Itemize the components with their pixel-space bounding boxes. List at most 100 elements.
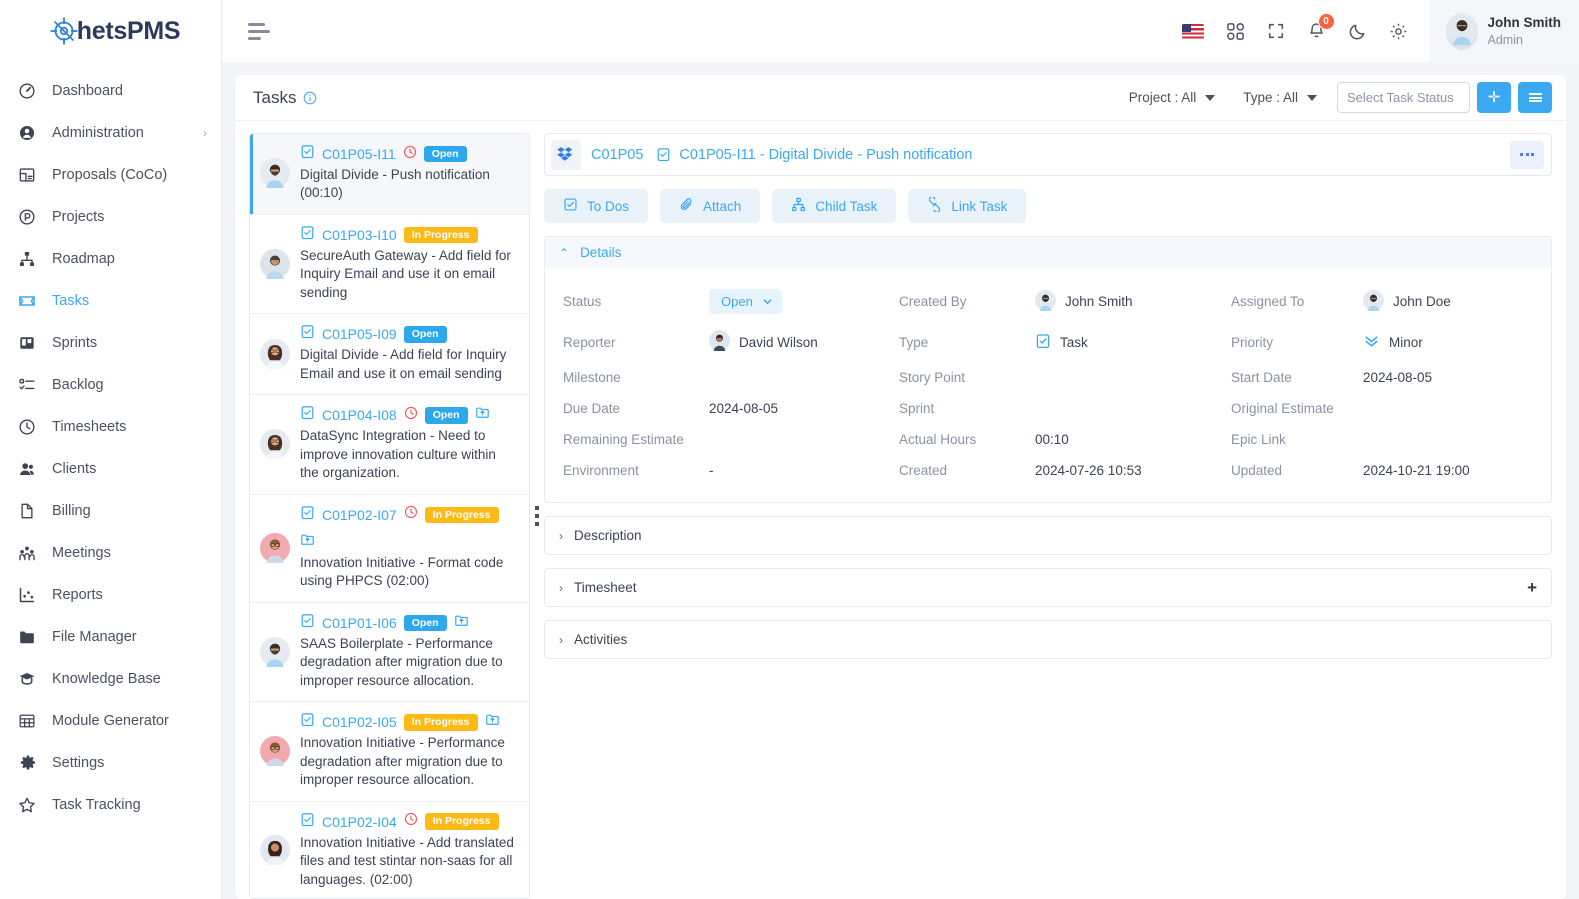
task-title: Innovation Initiative - Add translated f… [300, 834, 514, 887]
sidebar-item-administration[interactable]: Administration › [0, 112, 221, 154]
add-task-button[interactable] [1477, 82, 1511, 113]
archive-icon[interactable] [454, 613, 469, 633]
task-type-icon [300, 405, 315, 425]
roadmap-icon [18, 250, 40, 268]
task-list-item[interactable]: C01P02-I04 In Progress Innovation Initiati… [250, 802, 529, 898]
task-key[interactable]: C01P01-I06 [322, 615, 397, 631]
backlog-icon [18, 376, 40, 394]
avatar [1363, 289, 1384, 314]
menu-collapse-icon[interactable] [242, 17, 276, 46]
task-detail-panel: C01P05 C01P05-I11 - Digital Divide - Pus… [544, 133, 1552, 899]
task-key[interactable]: C01P02-I04 [322, 814, 397, 830]
brand-logo-area[interactable]: hetsPMS [0, 0, 221, 62]
priority-minor-icon [1363, 332, 1380, 352]
link-icon [927, 196, 942, 215]
task-key[interactable]: C01P05-I11 [322, 146, 396, 162]
info-icon[interactable] [303, 91, 317, 105]
avatar [1445, 12, 1478, 50]
sidebar-item-module-generator[interactable]: Module Generator [0, 700, 221, 742]
field-value-priority: Minor [1363, 322, 1533, 362]
clients-icon [18, 460, 40, 478]
task-list-item[interactable]: C01P01-I06 Open SAAS Boilerplate - Perform… [250, 603, 529, 703]
sidebar-item-reports[interactable]: Reports [0, 574, 221, 616]
tab-label: Link Task [951, 198, 1008, 214]
reporter-name: David Wilson [739, 334, 818, 350]
detail-project-key[interactable]: C01P05 [591, 147, 643, 163]
tasks-icon [18, 292, 40, 310]
sidebar-item-roadmap[interactable]: Roadmap [0, 238, 221, 280]
sidebar-item-file-manager[interactable]: File Manager [0, 616, 221, 658]
task-type-icon [656, 147, 671, 162]
sidebar-item-tasks[interactable]: Tasks [0, 280, 221, 322]
archive-icon[interactable] [475, 405, 490, 425]
filter-project[interactable]: Project : All [1115, 90, 1230, 105]
sidebar-item-meetings[interactable]: Meetings [0, 532, 221, 574]
chevron-up-icon: ⌃ [559, 245, 570, 260]
moon-icon[interactable] [1348, 22, 1367, 41]
target-logo-icon [49, 16, 79, 46]
task-list-item[interactable]: C01P02-I05 In Progress Innovation Initiati… [250, 702, 529, 802]
tab-to-dos[interactable]: To Dos [544, 189, 649, 223]
task-list-item[interactable]: C01P04-I08 Open DataSync Integration - Nee… [250, 395, 529, 495]
gear-icon[interactable] [1389, 22, 1408, 41]
task-list-item[interactable]: C01P05-I09 Open Digital Divide - Add field… [250, 314, 529, 396]
activities-section-header[interactable]: › Activities [545, 621, 1551, 658]
main-region: 0 John Smith Admin Tasks Project: All T… [222, 0, 1579, 899]
bell-icon[interactable]: 0 [1307, 12, 1335, 41]
tab-attach[interactable]: Attach [660, 189, 761, 223]
task-key[interactable]: C01P03-I10 [322, 227, 397, 243]
avatar [260, 712, 290, 789]
details-section-header[interactable]: ⌃ Details [545, 237, 1551, 268]
sidebar-item-sprints[interactable]: Sprints [0, 322, 221, 364]
select-task-status-input[interactable] [1337, 82, 1470, 113]
clock-icon [403, 145, 417, 164]
sidebar-item-backlog[interactable]: Backlog [0, 364, 221, 406]
field-value-created-by: John Smith [1035, 281, 1231, 322]
sidebar-item-settings[interactable]: Settings [0, 742, 221, 784]
status-badge: In Progress [424, 506, 499, 524]
detail-breadcrumb[interactable]: C01P05-I11 - Digital Divide - Push notif… [679, 147, 972, 163]
task-list[interactable]: C01P05-I11 Open Digital Divide - Push noti… [249, 133, 530, 899]
archive-icon[interactable] [300, 532, 315, 552]
task-list-item[interactable]: C01P05-I11 Open Digital Divide - Push noti… [250, 134, 529, 215]
status-dropdown[interactable]: Open [709, 289, 782, 314]
filter-type[interactable]: Type : All [1229, 90, 1331, 105]
projects-icon [18, 208, 40, 226]
apps-grid-icon[interactable] [1226, 22, 1245, 41]
sidebar-item-clients[interactable]: Clients [0, 448, 221, 490]
task-list-item[interactable]: C01P02-I07 In Progress Innovation Initiati… [250, 495, 529, 603]
field-value-assigned-to: John Doe [1363, 281, 1533, 322]
field-label-actual-hours: Actual Hours [899, 432, 977, 447]
flag-us-icon[interactable] [1181, 23, 1204, 39]
sidebar-item-knowledge-base[interactable]: Knowledge Base [0, 658, 221, 700]
description-section-header[interactable]: › Description [545, 517, 1551, 554]
status-badge: Open [403, 614, 447, 632]
field-value-due-date: 2024-08-05 [709, 401, 779, 416]
panel-resize-handle[interactable] [530, 133, 544, 899]
sidebar-item-timesheets[interactable]: Timesheets [0, 406, 221, 448]
tab-child-task[interactable]: Child Task [772, 189, 897, 223]
timesheet-section-header[interactable]: › Timesheet + [545, 569, 1551, 606]
document-icon [18, 502, 40, 520]
sidebar-item-task-tracking[interactable]: Task Tracking [0, 784, 221, 826]
tab-link-task[interactable]: Link Task [908, 189, 1027, 223]
task-list-item[interactable]: C01P03-I10 In Progress SecureAuth Gateway … [250, 215, 529, 315]
sidebar-item-proposals-coco[interactable]: Proposals (CoCo) [0, 154, 221, 196]
task-key[interactable]: C01P02-I07 [322, 507, 397, 523]
sidebar-item-label: Backlog [52, 377, 104, 393]
task-title: DataSync Integration - Need to improve i… [300, 428, 496, 481]
profile-menu[interactable]: John Smith Admin [1429, 0, 1579, 62]
task-key[interactable]: C01P05-I09 [322, 326, 397, 342]
tasks-page: Tasks Project : All Type : All Select Ta… [235, 75, 1566, 899]
list-options-button[interactable] [1518, 82, 1552, 113]
sidebar-item-billing[interactable]: Billing [0, 490, 221, 532]
task-key[interactable]: C01P04-I08 [322, 407, 397, 423]
add-timesheet-icon[interactable]: + [1527, 579, 1537, 596]
more-horizontal-icon[interactable] [1510, 140, 1544, 169]
task-key[interactable]: C01P02-I05 [322, 714, 397, 730]
sidebar-item-projects[interactable]: Projects [0, 196, 221, 238]
sidebar-item-dashboard[interactable]: Dashboard [0, 70, 221, 112]
dropbox-icon [551, 139, 581, 170]
archive-icon[interactable] [485, 712, 500, 732]
fullscreen-icon[interactable] [1267, 22, 1285, 40]
